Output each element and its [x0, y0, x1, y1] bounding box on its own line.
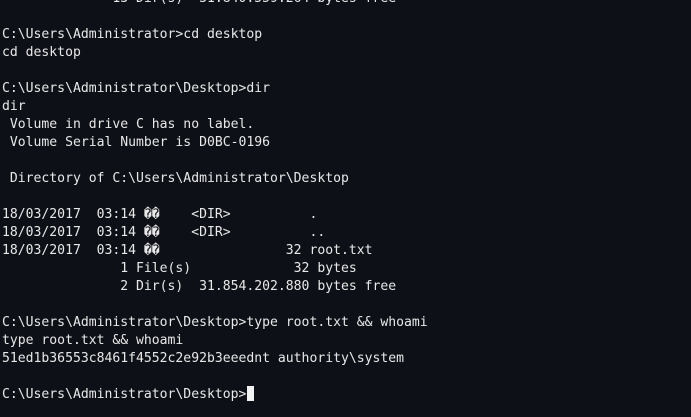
terminal-line: 51ed1b36553c8461f4552c2e92b3eeednt autho…	[2, 351, 405, 366]
terminal-prompt-line[interactable]: C:\Users\Administrator\Desktop>	[0, 386, 691, 404]
terminal-line: cd desktop	[2, 45, 81, 60]
terminal-line: 2 Dir(s) 31.854.202.880 bytes free	[2, 279, 397, 294]
terminal-line: type root.txt && whoami	[2, 333, 184, 348]
terminal-line: 13 Dir(s) 31.840.559.264 bytes free	[0, 0, 691, 8]
terminal-line: 1 File(s) 32 bytes	[2, 261, 357, 276]
terminal-line: Volume in drive C has no label.	[2, 117, 255, 132]
terminal-line: C:\Users\Administrator\Desktop>dir	[2, 81, 271, 96]
terminal-line: 18/03/2017 03:14 �� <DIR> ..	[2, 225, 326, 240]
terminal-line: dir	[2, 99, 26, 114]
text-cursor	[247, 386, 255, 401]
terminal-window[interactable]: 13 Dir(s) 31.840.559.264 bytes free C:\U…	[0, 0, 691, 417]
terminal-line: 18/03/2017 03:14 �� <DIR> .	[2, 207, 318, 222]
terminal-prompt: C:\Users\Administrator\Desktop>	[2, 387, 247, 402]
terminal-line: 18/03/2017 03:14 �� 32 root.txt	[2, 243, 373, 258]
terminal-line: C:\Users\Administrator\Desktop>type root…	[2, 315, 428, 330]
terminal-line: Directory of C:\Users\Administrator\Desk…	[2, 171, 349, 186]
terminal-line: C:\Users\Administrator>cd desktop	[2, 27, 263, 42]
terminal-line: Volume Serial Number is D0BC-0196	[2, 135, 271, 150]
